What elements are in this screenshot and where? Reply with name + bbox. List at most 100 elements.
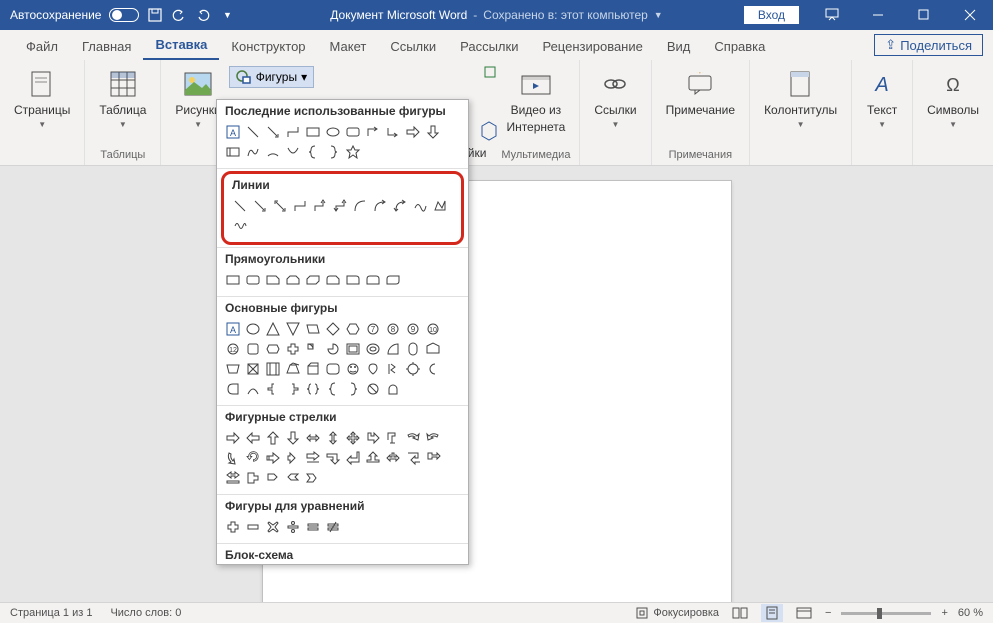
shape-basic-15[interactable] [303, 339, 323, 359]
shape-equals[interactable] [303, 517, 323, 537]
shape-basic-38[interactable] [323, 379, 343, 399]
shape-oval[interactable] [323, 122, 343, 142]
shape-arrow-7[interactable] [363, 428, 383, 448]
shape-freeform-tool[interactable] [430, 196, 450, 216]
shape-arrow-2[interactable] [263, 428, 283, 448]
shape-basic-7[interactable]: 7 [363, 319, 383, 339]
shape-arrow-21[interactable] [423, 448, 443, 468]
shape-basic-13[interactable] [263, 339, 283, 359]
shape-basic-33[interactable] [223, 379, 243, 399]
shape-arrow-15[interactable] [303, 448, 323, 468]
shape-line-arrow[interactable] [263, 122, 283, 142]
tab-layout[interactable]: Макет [318, 33, 379, 60]
shape-basic-19[interactable] [383, 339, 403, 359]
shape-arrow-0[interactable] [223, 428, 243, 448]
shape-arrow-3[interactable] [283, 428, 303, 448]
shape-elbow-connector[interactable] [290, 196, 310, 216]
shape-basic-11[interactable]: 12 [223, 339, 243, 359]
shape-basic-28[interactable] [343, 359, 363, 379]
shape-basic-21[interactable] [423, 339, 443, 359]
qat-more-icon[interactable]: ▼ [219, 7, 235, 23]
shape-elbow-arrow-connector[interactable] [310, 196, 330, 216]
shape-arrow-5[interactable] [323, 428, 343, 448]
shape-arrow-17[interactable] [343, 448, 363, 468]
shape-arrow-1[interactable] [243, 428, 263, 448]
shape-round-single[interactable] [343, 270, 363, 290]
shape-basic-34[interactable] [243, 379, 263, 399]
save-icon[interactable] [147, 7, 163, 23]
shape-arrow-16[interactable] [323, 448, 343, 468]
autosave-toggle[interactable] [109, 8, 139, 22]
symbols-button[interactable]: Ω Символы▼ [921, 64, 985, 133]
shape-basic-20[interactable] [403, 339, 423, 359]
web-layout-button[interactable] [793, 604, 815, 622]
shape-rect[interactable] [303, 122, 323, 142]
comment-button[interactable]: ✶ Примечание [660, 64, 741, 121]
headers-footers-button[interactable]: Колонтитулы▼ [758, 64, 843, 133]
shape-arrow-20[interactable] [403, 448, 423, 468]
shape-curve-connector[interactable] [350, 196, 370, 216]
shape-basic-39[interactable] [343, 379, 363, 399]
shape-elbow-arrow2[interactable] [383, 122, 403, 142]
online-video-button[interactable]: Видео из Интернета [500, 64, 571, 138]
shape-snip-same[interactable] [283, 270, 303, 290]
shape-arrow-13[interactable] [263, 448, 283, 468]
shape-down-arrow[interactable] [423, 122, 443, 142]
close-button[interactable] [947, 0, 993, 30]
shape-basic-4[interactable] [303, 319, 323, 339]
shape-basic-36[interactable] [283, 379, 303, 399]
shape-line-double-arrow[interactable] [270, 196, 290, 216]
shape-arrow-24[interactable] [263, 468, 283, 488]
shape-arrow-26[interactable] [303, 468, 323, 488]
shape-basic-5[interactable] [323, 319, 343, 339]
shape-basic-41[interactable] [383, 379, 403, 399]
shape-arrow-8[interactable] [383, 428, 403, 448]
shape-brace-right[interactable] [323, 142, 343, 162]
shape-connector[interactable] [283, 122, 303, 142]
tab-review[interactable]: Рецензирование [530, 33, 654, 60]
shape-curve[interactable] [283, 142, 303, 162]
tab-mailings[interactable]: Рассылки [448, 33, 530, 60]
shape-basic-29[interactable] [363, 359, 383, 379]
links-button[interactable]: Ссылки▼ [588, 64, 642, 133]
shape-basic-32[interactable] [423, 359, 443, 379]
chevron-down-icon[interactable]: ▼ [654, 10, 663, 20]
shape-plus[interactable] [223, 517, 243, 537]
shape-basic-24[interactable] [263, 359, 283, 379]
share-button[interactable]: ⇪Поделиться [874, 34, 983, 56]
shape-arrow-14[interactable] [283, 448, 303, 468]
shape-right-arrow[interactable] [403, 122, 423, 142]
shape-basic-37[interactable] [303, 379, 323, 399]
shape-snip-single[interactable] [263, 270, 283, 290]
pages-button[interactable]: Страницы▼ [8, 64, 76, 133]
table-button[interactable]: Таблица▼ [93, 64, 152, 133]
shape-line[interactable] [230, 196, 250, 216]
shape-rounded-rectangle[interactable] [243, 270, 263, 290]
shape-textbox[interactable]: A [223, 122, 243, 142]
shape-multiply[interactable] [263, 517, 283, 537]
text-button[interactable]: A Текст▼ [860, 64, 904, 133]
shapes-button[interactable]: Фигуры ▾ [229, 66, 314, 88]
shape-star[interactable] [343, 142, 363, 162]
read-mode-button[interactable] [729, 604, 751, 622]
shape-brace-left[interactable] [303, 142, 323, 162]
minimize-button[interactable] [855, 0, 901, 30]
shape-basic-6[interactable] [343, 319, 363, 339]
shape-basic-30[interactable] [383, 359, 403, 379]
shape-arrow-12[interactable] [243, 448, 263, 468]
tab-home[interactable]: Главная [70, 33, 143, 60]
word-count[interactable]: Число слов: 0 [110, 607, 181, 619]
shape-round-same[interactable] [363, 270, 383, 290]
undo-icon[interactable] [171, 7, 187, 23]
shape-basic-3[interactable] [283, 319, 303, 339]
shape-arrow-10[interactable] [423, 428, 443, 448]
shape-arrow-19[interactable] [383, 448, 403, 468]
shape-rectangle[interactable] [223, 270, 243, 290]
shape-basic-18[interactable] [363, 339, 383, 359]
shape-basic-16[interactable] [323, 339, 343, 359]
shape-basic-9[interactable]: 9 [403, 319, 423, 339]
maximize-button[interactable] [901, 0, 947, 30]
shape-basic-22[interactable] [223, 359, 243, 379]
ribbon-options-icon[interactable] [809, 0, 855, 30]
shape-arrow-23[interactable] [243, 468, 263, 488]
